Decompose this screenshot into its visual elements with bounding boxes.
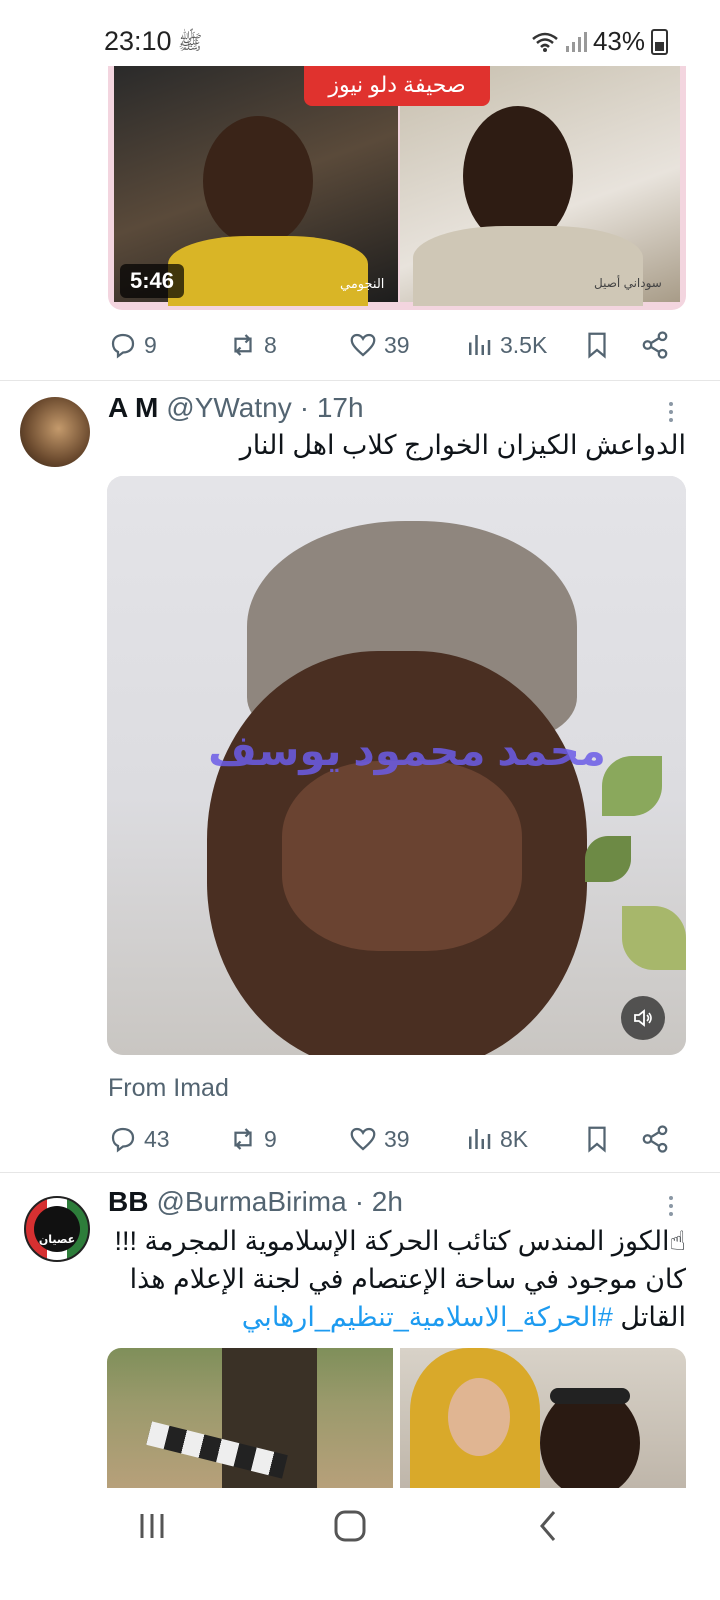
- photo-1[interactable]: [107, 1348, 393, 1488]
- signal-icon: [565, 31, 587, 52]
- wifi-icon: [532, 32, 558, 52]
- blessing-icon: ﷺ: [178, 32, 203, 54]
- status-time: 23:10: [104, 26, 172, 56]
- tweet-header: BB @BurmaBirima · 2h: [108, 1186, 403, 1218]
- tweet-divider: [0, 380, 720, 381]
- tweet-text: ☝الكوز المندس كتائب الحركة الإسلاموية ال…: [108, 1222, 686, 1336]
- overlay-label-right: سوداني أصيل: [594, 276, 662, 290]
- views-icon: [469, 1129, 491, 1149]
- back-icon: [540, 1511, 556, 1541]
- hashtag-link[interactable]: #الحركة_الاسلامية_تنظيم_ارهابي: [242, 1302, 613, 1332]
- display-name[interactable]: A M: [108, 392, 158, 424]
- volume-muted-icon: [634, 1009, 652, 1027]
- repost-button[interactable]: 8: [228, 330, 277, 360]
- reply-count: 43: [144, 1125, 170, 1152]
- views-button[interactable]: 8K: [464, 1124, 528, 1154]
- repost-button[interactable]: 9: [228, 1124, 277, 1154]
- user-handle[interactable]: @BurmaBirima: [156, 1186, 346, 1218]
- tweet-time: · 17h: [299, 392, 364, 423]
- views-button[interactable]: 3.5K: [464, 330, 547, 360]
- tweet-header: A M @YWatny · 17h: [108, 392, 364, 424]
- home-button[interactable]: [332, 1508, 368, 1549]
- avatar[interactable]: [20, 397, 90, 467]
- more-options-icon[interactable]: [669, 1196, 673, 1216]
- reply-button[interactable]: 9: [108, 330, 157, 360]
- tweet-text-line: كان موجود في ساحة الإعتصام في لجنة الإعل…: [129, 1264, 686, 1294]
- video-watermark: محمد محمود يوسف: [208, 727, 606, 774]
- bookmark-button[interactable]: [582, 330, 612, 360]
- views-count: 3.5K: [500, 331, 548, 358]
- bookmark-icon: [588, 1126, 606, 1153]
- share-icon: [642, 1125, 668, 1153]
- overlay-label-left: النجومي: [340, 276, 385, 291]
- reply-icon: [111, 1127, 135, 1153]
- display-name[interactable]: BB: [108, 1186, 148, 1218]
- share-button[interactable]: [640, 1124, 670, 1154]
- home-icon: [334, 1510, 366, 1542]
- source-attribution[interactable]: From Imad: [108, 1074, 229, 1103]
- tweet-divider: [0, 1172, 720, 1173]
- status-indicators: 43%: [531, 26, 668, 57]
- like-count: 39: [384, 331, 410, 358]
- recents-icon: [140, 1514, 164, 1538]
- recents-button[interactable]: [136, 1510, 168, 1547]
- like-button[interactable]: 39: [348, 1124, 410, 1154]
- views-icon: [469, 335, 491, 355]
- heart-icon: [350, 333, 376, 357]
- user-handle[interactable]: @YWatny: [166, 392, 291, 424]
- like-count: 39: [384, 1125, 410, 1152]
- reply-count: 9: [144, 331, 157, 358]
- tweet-time: · 2h: [354, 1186, 403, 1217]
- tweet-text-segment: القاتل: [612, 1302, 686, 1332]
- reply-button[interactable]: 43: [108, 1124, 170, 1154]
- avatar-text: عصيان: [38, 1234, 76, 1246]
- more-options-icon[interactable]: [669, 402, 673, 422]
- repost-count: 9: [264, 1125, 277, 1152]
- like-button[interactable]: 39: [348, 330, 410, 360]
- repost-icon: [234, 334, 252, 356]
- battery-icon: [651, 28, 668, 55]
- share-button[interactable]: [640, 330, 670, 360]
- bookmark-button[interactable]: [582, 1124, 612, 1154]
- battery-percent: 43%: [592, 26, 645, 56]
- repost-icon: [234, 1128, 252, 1150]
- back-button[interactable]: [534, 1508, 564, 1549]
- tweet-text-line: القاتل #الحركة_الاسلامية_تنظيم_ارهابي: [108, 1298, 686, 1336]
- news-banner: صحيفة دلو نيوز: [304, 66, 490, 106]
- mute-button[interactable]: [621, 996, 665, 1040]
- tweet-text: الدواعش الكيزان الخوارج كلاب اهل النار: [239, 430, 686, 460]
- bookmark-icon: [588, 332, 606, 359]
- heart-icon: [350, 1127, 376, 1151]
- video-duration: 5:46: [120, 264, 185, 298]
- video-player[interactable]: محمد محمود يوسف: [107, 476, 686, 1055]
- share-icon: [642, 331, 668, 359]
- views-count: 8K: [500, 1125, 529, 1152]
- photo-2[interactable]: [400, 1348, 686, 1488]
- video-thumbnail[interactable]: صحيفة دلو نيوز النجومي سوداني أصيل 5:46: [108, 66, 686, 310]
- reply-icon: [111, 333, 135, 359]
- tweet-text-line: ☝الكوز المندس كتائب الحركة الإسلاموية ال…: [114, 1226, 686, 1256]
- repost-count: 8: [264, 331, 277, 358]
- avatar[interactable]: عصيان: [24, 1196, 90, 1262]
